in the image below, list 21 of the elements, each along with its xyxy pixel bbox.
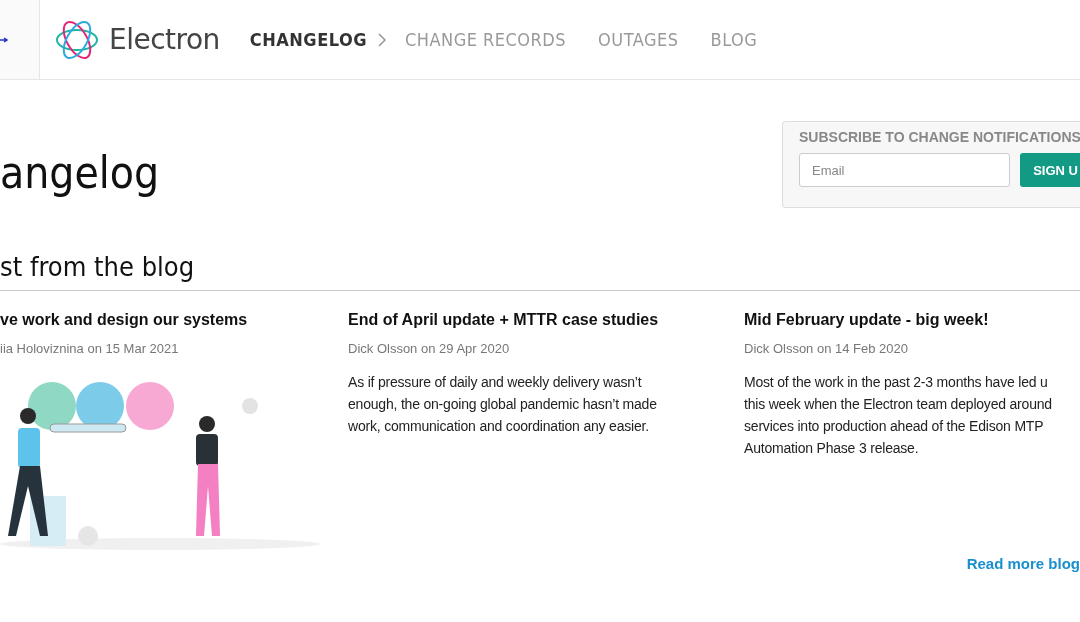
- post-excerpt: As if pressure of daily and weekly delivery wasn’t enough, the on-going global pandemic hasn’t made work, communication and coordination any easier.: [348, 373, 658, 436]
- nav-link[interactable]: CHANGELOG: [249, 29, 367, 50]
- post-meta: iia Holoviznina on 15 Mar 2021: [0, 341, 180, 356]
- page-title: angelog: [0, 146, 160, 200]
- subscribe-title: SUBSCRIBE TO CHANGE NOTIFICATIONS: [799, 129, 1080, 145]
- chevron-icon: [376, 31, 387, 48]
- post-meta: Dick Olsson on 14 Feb 2020: [744, 341, 910, 356]
- nav-link[interactable]: OUTAGES: [598, 29, 679, 50]
- logo-text: Electron: [109, 23, 220, 56]
- post-title[interactable]: ve work and design our systems: [0, 311, 348, 329]
- section-heading: st from the blog: [0, 250, 1080, 291]
- post-title[interactable]: Mid February update - big week!: [744, 311, 1080, 329]
- post-title[interactable]: End of April update + MTTR case studies: [348, 311, 744, 329]
- nav-link[interactable]: BLOG: [710, 29, 758, 50]
- email-field[interactable]: Email: [799, 153, 1011, 187]
- nav-link[interactable]: CHANGE RECORDS: [404, 29, 567, 50]
- arrow-icon[interactable]: [0, 36, 8, 43]
- read-more-link[interactable]: Read more blog: [0, 543, 1080, 572]
- sign-up-button[interactable]: SIGN U: [1020, 153, 1080, 187]
- post-excerpt: Most of the work in the past 2-3 months have led u this week when the Electron team deployed around services into production ahead of the Edison MTP Automation Phase 3 release.: [744, 373, 1053, 458]
- post-meta: Dick Olsson on 29 Apr 2020: [348, 341, 511, 356]
